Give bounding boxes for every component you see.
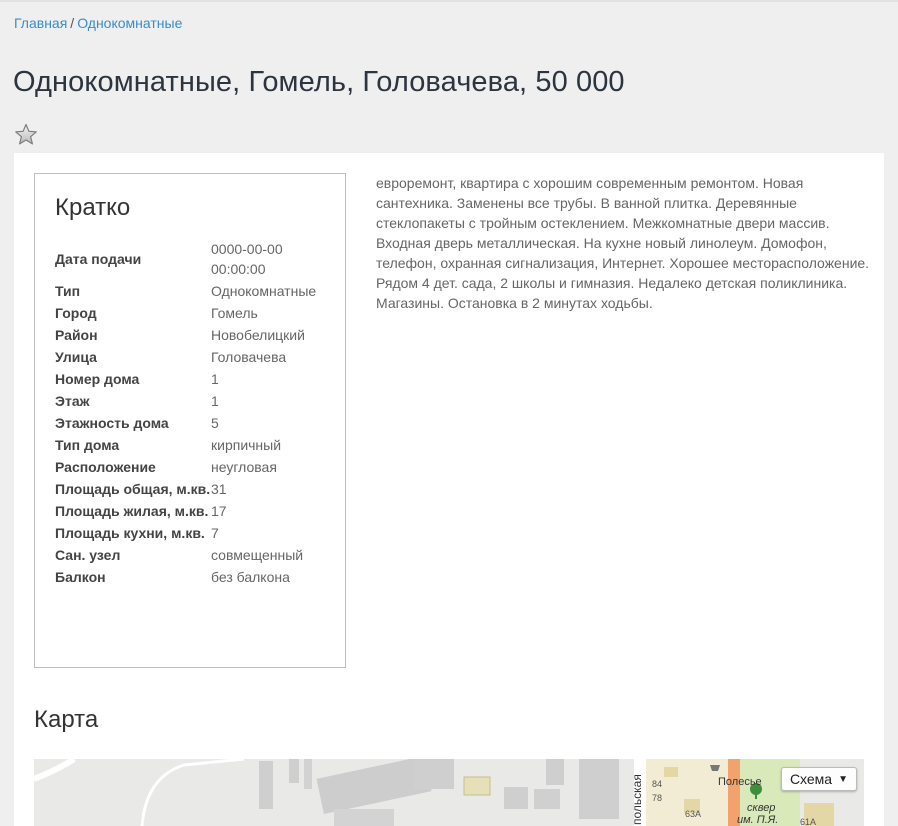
summary-key: Улица [55, 349, 97, 365]
summary-value: 7 [211, 525, 219, 541]
summary-row: Улица Головачева [55, 346, 335, 368]
listing-panel: Кратко Дата подачи 0000-00-00 00:00:00 Ти… [14, 153, 884, 826]
summary-key: Этажность дома [55, 415, 169, 431]
summary-row: Балкон без балкона [55, 566, 335, 588]
star-icon[interactable] [14, 123, 38, 147]
summary-value: кирпичный [211, 437, 282, 453]
summary-row: Этажность дома 5 [55, 412, 335, 434]
summary-key: Балкон [55, 569, 106, 585]
summary-key: Тип [55, 283, 81, 299]
summary-row: Район Новобелицкий [55, 324, 335, 346]
map-type-label: Схема [789, 771, 833, 787]
map-view[interactable]: польская Полесье сквер им. П.Я. 84 78 63… [34, 759, 864, 826]
summary-value: 5 [211, 415, 219, 431]
summary-key: Дата подачи [55, 251, 142, 267]
summary-row: Дата подачи 0000-00-00 00:00:00 [55, 238, 335, 280]
summary-row: Расположение неугловая [55, 456, 335, 478]
summary-row: Город Гомель [55, 302, 335, 324]
summary-row: Площадь общая, м.кв. 31 [55, 478, 335, 500]
summary-value: Однокомнатные [211, 283, 317, 299]
chevron-down-icon: ▼ [838, 773, 848, 785]
map-park-label: им. П.Я. [737, 814, 778, 826]
map-poi-label: Полесье [718, 776, 762, 788]
summary-key: Город [55, 305, 97, 321]
top-border [0, 0, 898, 2]
summary-row: Номер дома 1 [55, 368, 335, 390]
summary-row: Тип дома кирпичный [55, 434, 335, 456]
summary-key: Расположение [55, 459, 156, 475]
summary-heading: Кратко [55, 194, 131, 221]
map-house-number: 63А [685, 809, 701, 819]
summary-key: Сан. узел [55, 547, 121, 563]
summary-row: Площадь жилая, м.кв. 17 [55, 500, 335, 522]
breadcrumb: Главная / Однокомнатные [14, 15, 182, 31]
summary-key: Тип дома [55, 437, 120, 453]
summary-box: Кратко Дата подачи 0000-00-00 00:00:00 Ти… [34, 173, 346, 668]
summary-value: 31 [211, 481, 227, 497]
summary-key: Район [55, 327, 98, 343]
summary-value: 1 [211, 393, 219, 409]
summary-key: Площадь кухни, м.кв. [55, 525, 205, 541]
page-title: Однокомнатные, Гомель, Головачева, 50 00… [13, 66, 625, 98]
summary-row: Площадь кухни, м.кв. 7 [55, 522, 335, 544]
breadcrumb-current-link[interactable]: Однокомнатные [77, 15, 182, 31]
breadcrumb-home-link[interactable]: Главная [14, 15, 67, 31]
breadcrumb-separator: / [70, 15, 75, 31]
summary-value: без балкона [211, 569, 290, 585]
map-street-label: польская [630, 774, 644, 825]
summary-key: Площадь жилая, м.кв. [55, 503, 209, 519]
map-house-number: 61А [800, 817, 816, 826]
map-type-dropdown[interactable]: Схема ▼ [780, 767, 857, 791]
summary-value: неугловая [211, 459, 277, 475]
summary-value: Новобелицкий [211, 327, 305, 343]
map-house-number: 78 [652, 793, 662, 803]
summary-value: Гомель [211, 305, 258, 321]
summary-value: совмещенный [211, 547, 304, 563]
summary-key: Этаж [55, 393, 90, 409]
summary-value: 0000-00-00 00:00:00 [211, 241, 283, 277]
summary-row: Тип Однокомнатные [55, 280, 335, 302]
summary-value: Головачева [211, 349, 287, 365]
map-heading: Карта [34, 706, 99, 733]
summary-key: Номер дома [55, 371, 140, 387]
map-house-number: 84 [652, 779, 662, 789]
summary-value: 17 [211, 503, 227, 519]
summary-value: 1 [211, 371, 219, 387]
map-tiles: польская Полесье сквер им. П.Я. 84 78 63… [34, 759, 864, 826]
listing-description: евроремонт, квартира с хорошим современн… [376, 175, 870, 311]
summary-row: Сан. узел совмещенный [55, 544, 335, 566]
summary-row: Этаж 1 [55, 390, 335, 412]
map-park-label: сквер [747, 802, 775, 814]
summary-table: Дата подачи 0000-00-00 00:00:00 Тип Одноко… [55, 238, 335, 588]
summary-key: Площадь общая, м.кв. [55, 481, 211, 497]
